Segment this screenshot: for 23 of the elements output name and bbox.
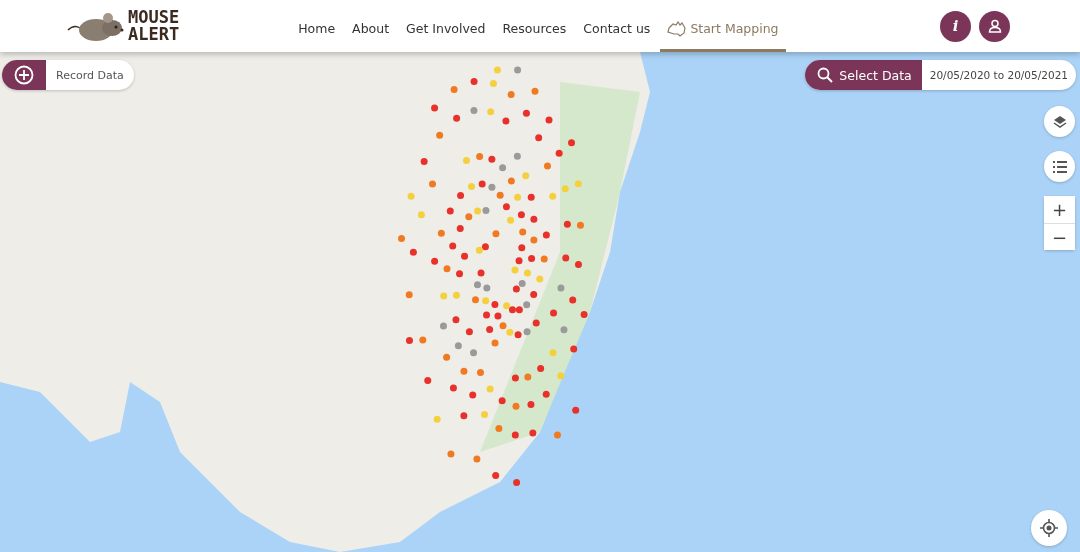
search-icon xyxy=(817,67,834,83)
logo-text: ALERT xyxy=(128,26,180,43)
logo[interactable]: MOUSE ALERT xyxy=(66,8,180,44)
layers-icon xyxy=(1052,114,1067,129)
nav-link[interactable]: Contact us xyxy=(576,0,658,52)
plus-circle-icon xyxy=(14,65,34,85)
user-button[interactable] xyxy=(979,10,1010,42)
australia-map-icon xyxy=(667,20,688,37)
logo-text: MOUSE xyxy=(128,9,180,26)
nav-link[interactable]: Home xyxy=(291,0,343,52)
date-range[interactable]: 20/05/2020 to 20/05/2021 xyxy=(921,60,1076,90)
info-button[interactable]: i xyxy=(940,10,971,42)
user-icon xyxy=(987,19,1002,33)
nav-link[interactable]: Resources xyxy=(495,0,574,52)
record-data-button[interactable]: Record Data xyxy=(2,60,134,90)
nav-link[interactable]: Get Involved xyxy=(399,0,493,52)
zoom-out-button[interactable]: − xyxy=(1044,223,1075,250)
zoom-in-button[interactable]: + xyxy=(1044,196,1075,223)
list-icon xyxy=(1052,160,1067,173)
record-data-label: Record Data xyxy=(55,67,125,84)
select-data-button[interactable]: Select Data xyxy=(805,60,922,90)
nav-link[interactable]: About xyxy=(345,0,397,52)
crosshair-icon xyxy=(1040,519,1058,537)
